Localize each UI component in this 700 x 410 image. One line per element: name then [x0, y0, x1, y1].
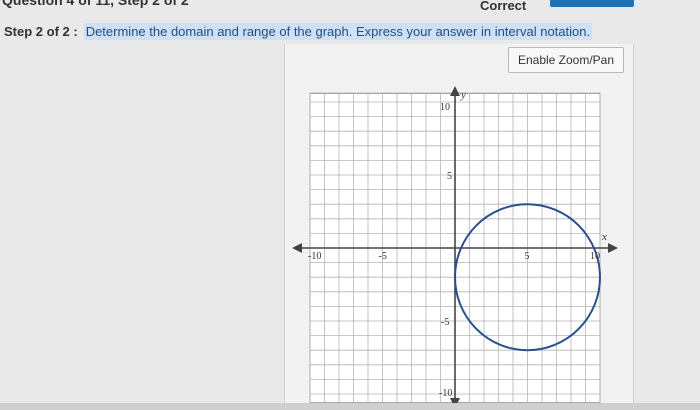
bottom-strip	[0, 403, 700, 410]
y-axis-label: y	[460, 89, 466, 101]
x-axis-label: x	[601, 231, 607, 243]
x-tick-label: -10	[308, 251, 321, 262]
y-tick-label: -10	[439, 388, 452, 399]
x-axis-arrow-right	[608, 243, 618, 253]
y-tick-label: 10	[440, 102, 450, 113]
y-tick-label: 5	[447, 171, 452, 182]
x-tick-label: 5	[525, 251, 530, 262]
y-tick-label: -5	[441, 317, 449, 328]
coordinate-graph[interactable]: xy-10 -5 5 10105-5-10	[0, 0, 700, 410]
y-axis-arrow-up	[450, 86, 460, 96]
x-tick-label: -5	[379, 251, 387, 262]
x-axis-arrow-left	[292, 243, 302, 253]
